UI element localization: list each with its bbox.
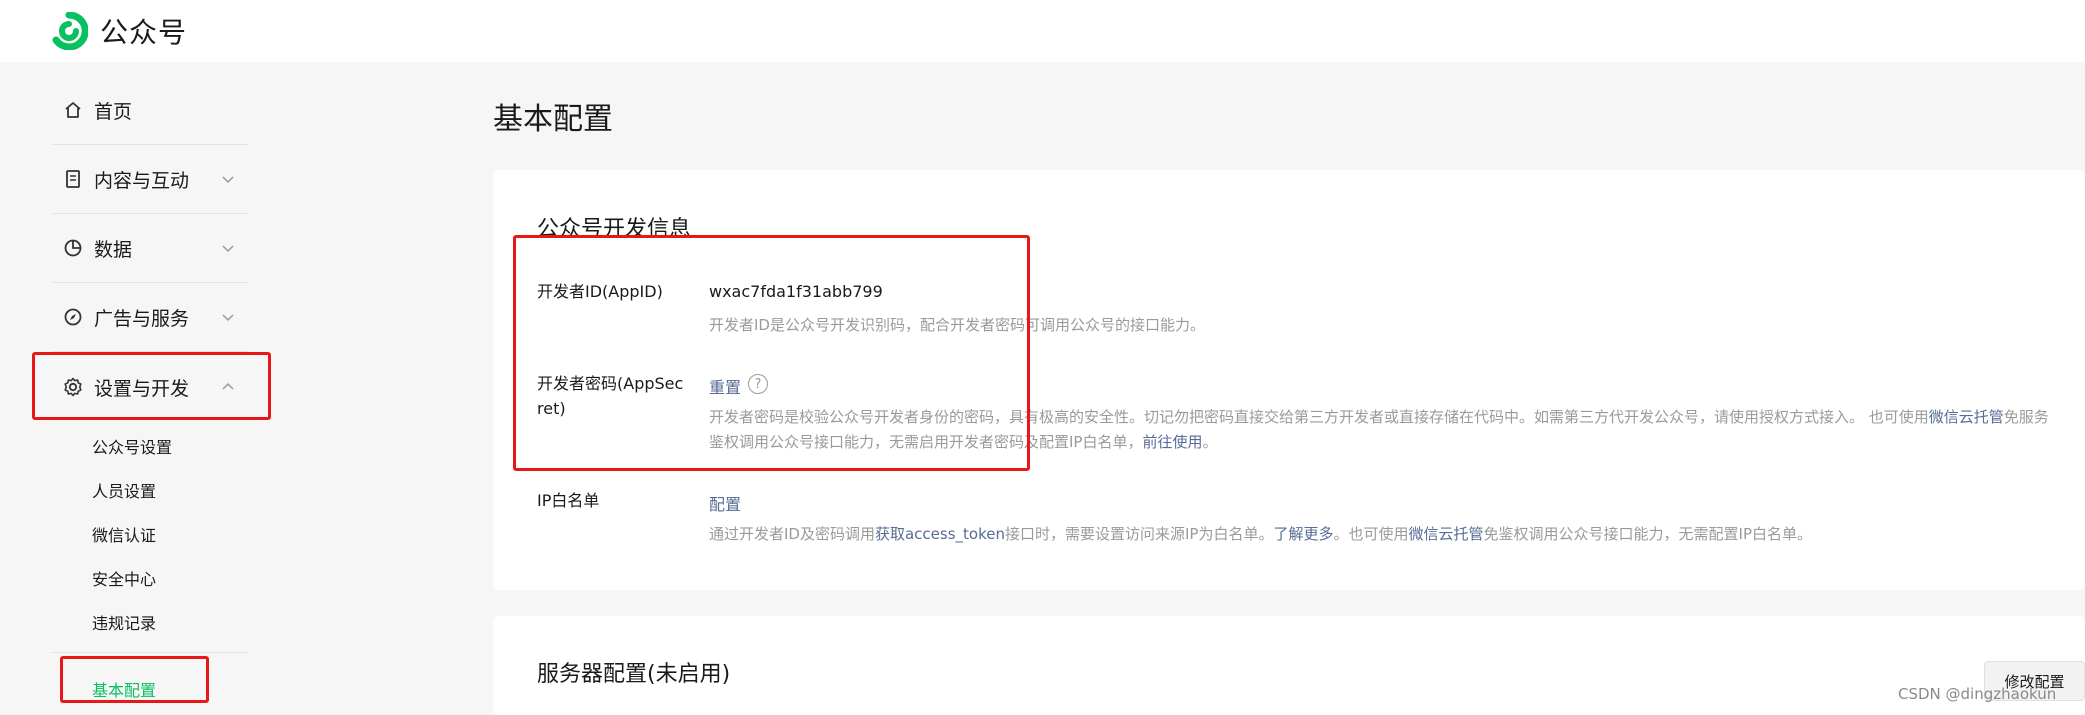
app-title: 公众号 [100, 16, 188, 49]
cloud-hosting-link[interactable]: 微信云托管 [1929, 408, 2004, 426]
chevron-down-icon [222, 314, 234, 322]
configure-ip-link[interactable]: 配置 [709, 491, 741, 515]
sidebar-subitem-staff-settings[interactable]: 人员设置 [92, 478, 156, 502]
highlight-box-basic-config [60, 656, 209, 703]
desc-text: 免服务 [2003, 408, 2049, 426]
compass-icon [62, 306, 84, 328]
sidebar-item-ads-services[interactable]: 广告与服务 [52, 283, 248, 351]
watermark: CSDN @dingzhaokun [1898, 685, 2057, 703]
pie-chart-icon [62, 237, 84, 259]
desc-text: 。也可使用 [1333, 525, 1409, 543]
highlight-box-dev-info [513, 235, 1030, 471]
page-title: 基本配置 [493, 102, 613, 137]
top-header: 公众号 [0, 0, 2085, 62]
home-icon [62, 99, 84, 121]
sidebar-item-label: 数据 [94, 238, 133, 261]
server-config-card [493, 616, 2085, 715]
highlight-box-settings [32, 352, 271, 420]
go-use-link[interactable]: 前往使用 [1142, 433, 1202, 451]
chevron-down-icon [222, 245, 234, 253]
desc-text: 通过开发者ID及密码调用 [709, 525, 875, 543]
sidebar-subitem-account-settings[interactable]: 公众号设置 [92, 434, 172, 458]
desc-text: 免鉴权调用公众号接口能力，无需配置IP白名单。 [1483, 525, 1812, 543]
sidebar-item-label: 广告与服务 [94, 307, 190, 330]
learn-more-link[interactable]: 了解更多 [1273, 525, 1333, 543]
sidebar-item-data[interactable]: 数据 [52, 214, 248, 282]
sidebar-item-label: 内容与互动 [94, 169, 190, 192]
sidebar-subitem-security-center[interactable]: 安全中心 [92, 566, 156, 590]
cloud-hosting-link[interactable]: 微信云托管 [1409, 525, 1484, 543]
server-config-title: 服务器配置(未启用) [537, 662, 731, 687]
desc-text: 接口时，需要设置访问来源IP为白名单。 [1004, 525, 1274, 543]
sidebar-subitem-wechat-verify[interactable]: 微信认证 [92, 522, 156, 546]
desc-text: 。 [1202, 433, 1218, 451]
chevron-down-icon [222, 176, 234, 184]
document-icon [62, 168, 84, 190]
sidebar-item-content[interactable]: 内容与互动 [52, 145, 248, 213]
sidebar-subitem-violation-records[interactable]: 违规记录 [92, 610, 156, 634]
sidebar-item-home[interactable]: 首页 [52, 76, 248, 144]
ip-whitelist-label: IP白名单 [537, 491, 600, 510]
access-token-link[interactable]: 获取access_token [875, 525, 1005, 543]
ip-whitelist-description: 通过开发者ID及密码调用获取access_token接口时，需要设置访问来源IP… [709, 522, 1812, 547]
sidebar-item-label: 首页 [94, 100, 133, 123]
logo[interactable]: 公众号 [50, 12, 187, 50]
divider [52, 652, 248, 653]
wechat-mp-logo-icon [52, 12, 88, 50]
